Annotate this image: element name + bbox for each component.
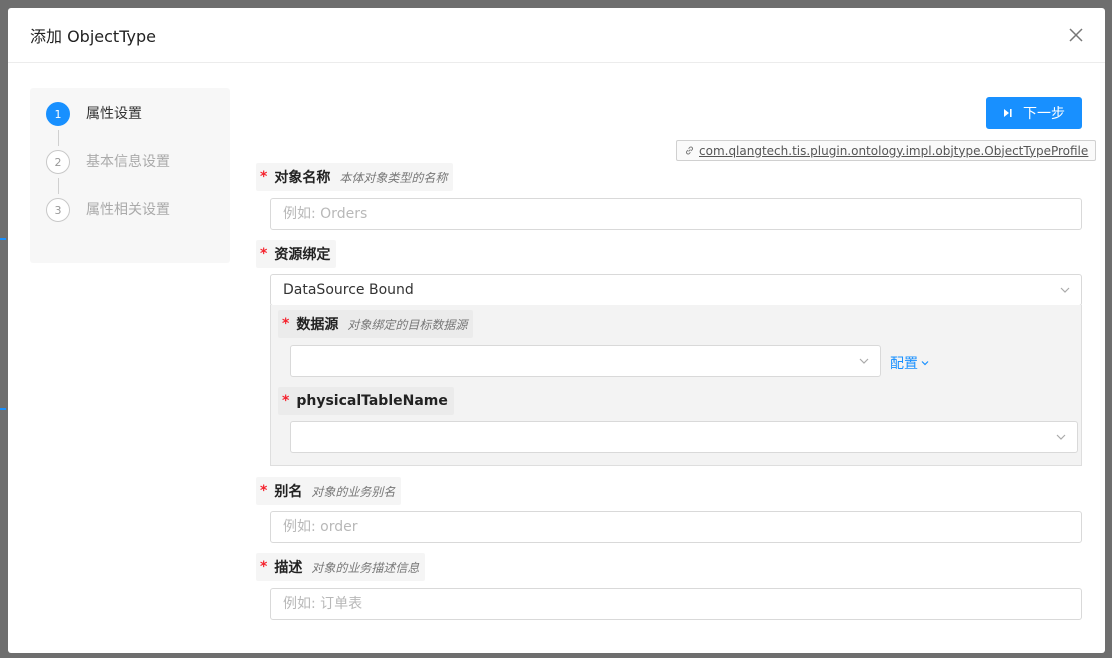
plugin-class-name: com.qlangtech.tis.plugin.ontology.impl.o… [699, 143, 1089, 158]
required-mark: * [260, 483, 268, 499]
field-name: 描述 [274, 560, 303, 576]
field-hint: 对象绑定的目标数据源 [347, 317, 468, 332]
datasource-select[interactable] [290, 345, 881, 377]
next-step-button[interactable]: 下一步 [986, 97, 1082, 129]
datasource-label: * 数据源 对象绑定的目标数据源 [278, 310, 474, 338]
required-mark: * [260, 246, 268, 262]
resource-binding-select[interactable]: DataSource Bound [270, 274, 1082, 306]
object-name-label: * 对象名称 本体对象类型的名称 [256, 163, 454, 191]
physical-table-select[interactable] [290, 421, 1078, 453]
description-input[interactable] [270, 588, 1082, 620]
add-objecttype-modal: 添加 ObjectType 1 属性设置 2 基本信息设置 3 属性相关设置 下… [8, 8, 1105, 653]
step-connector [58, 130, 59, 146]
chevron-down-icon [859, 358, 869, 364]
steps-panel: 1 属性设置 2 基本信息设置 3 属性相关设置 [30, 88, 230, 263]
required-mark: * [282, 393, 290, 409]
step-number: 3 [46, 198, 70, 222]
description-label: * 描述 对象的业务描述信息 [256, 553, 426, 581]
chevron-down-icon [1056, 434, 1066, 440]
required-mark: * [260, 169, 268, 185]
step-number: 1 [46, 102, 70, 126]
step-label: 基本信息设置 [86, 154, 170, 170]
field-name: 对象名称 [274, 170, 331, 186]
step-connector [58, 178, 59, 194]
chevron-down-icon [1060, 287, 1070, 293]
datasource-config-dropdown[interactable]: 配置 [890, 353, 930, 373]
chevron-down-icon [921, 361, 929, 366]
alias-input[interactable] [270, 511, 1082, 543]
step-label: 属性相关设置 [86, 202, 170, 218]
alias-label: * 别名 对象的业务别名 [256, 477, 402, 505]
config-label: 配置 [890, 356, 918, 372]
close-icon[interactable] [1067, 26, 1085, 44]
resource-binding-label: * 资源绑定 [256, 240, 337, 268]
modal-title: 添加 ObjectType [30, 27, 156, 46]
field-name: 别名 [274, 484, 303, 500]
required-mark: * [282, 316, 290, 332]
step-number: 2 [46, 150, 70, 174]
field-hint: 对象的业务别名 [311, 484, 396, 499]
select-value: DataSource Bound [283, 282, 414, 298]
field-name: physicalTableName [296, 393, 448, 409]
modal-header: 添加 ObjectType [8, 8, 1105, 63]
step-label: 属性设置 [86, 106, 142, 122]
backdrop-fragment [0, 238, 6, 240]
backdrop-fragment [0, 408, 6, 410]
field-name: 资源绑定 [274, 247, 331, 263]
physical-table-label: * physicalTableName [278, 387, 454, 415]
field-hint: 对象的业务描述信息 [311, 560, 420, 575]
object-name-input[interactable] [270, 198, 1082, 230]
field-hint: 本体对象类型的名称 [339, 170, 448, 185]
plugin-class-link[interactable]: com.qlangtech.tis.plugin.ontology.impl.o… [676, 140, 1097, 161]
link-icon [686, 146, 693, 155]
step-3[interactable]: 3 属性相关设置 [30, 198, 230, 246]
next-step-label: 下一步 [1023, 106, 1065, 122]
step-2[interactable]: 2 基本信息设置 [30, 150, 230, 198]
step-1[interactable]: 1 属性设置 [30, 102, 230, 150]
field-name: 数据源 [296, 317, 339, 333]
required-mark: * [260, 559, 268, 575]
step-forward-icon [1004, 109, 1012, 117]
